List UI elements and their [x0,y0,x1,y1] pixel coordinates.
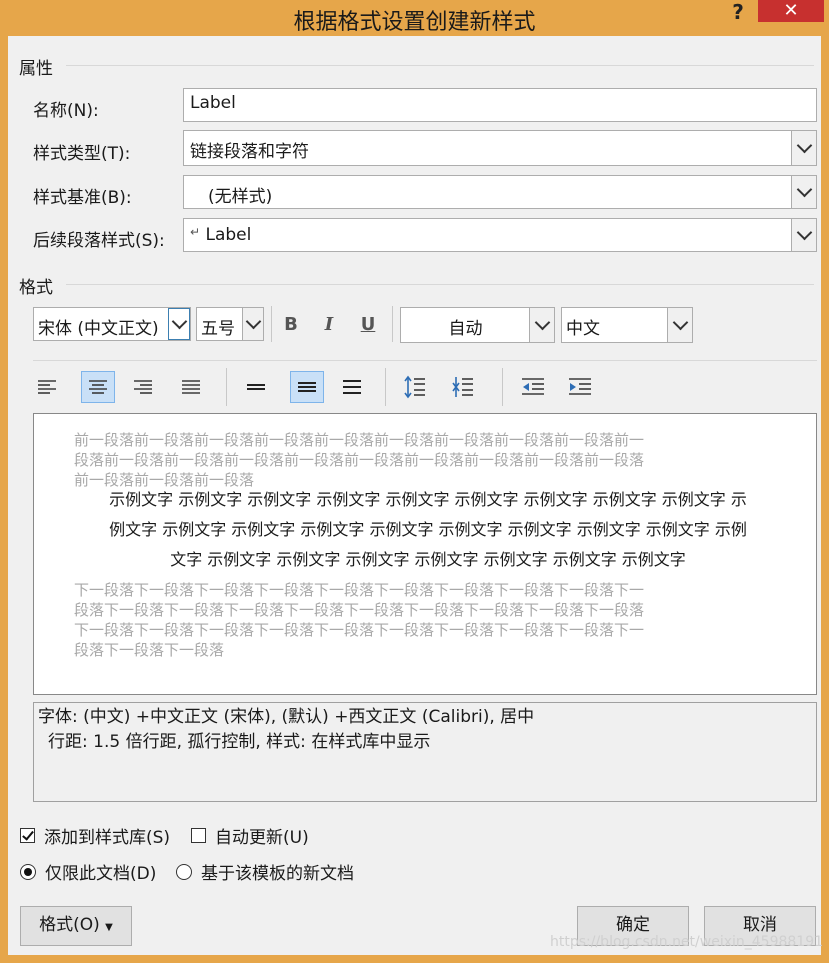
increase-paragraph-spacing-button[interactable] [398,371,432,403]
toolbar-separator [271,306,272,342]
style-description: 字体: (中文) +中文正文 (宋体), (默认) +西文正文 (Calibri… [33,702,817,802]
chevron-down-icon[interactable] [791,219,816,251]
dialog-title: 根据格式设置创建新样式 [293,10,536,35]
auto-update-checkbox[interactable] [191,828,206,843]
toolbar-separator [385,368,386,406]
decrease-paragraph-spacing-button[interactable] [446,371,480,403]
sample-paragraph: 示例文字 示例文字 示例文字 示例文字 示例文字 示例文字 示例文字 示例文字 … [72,485,784,575]
font-color-value: 自动 [448,319,483,339]
font-size-select[interactable]: 五号 [196,307,264,341]
align-right-icon [134,380,152,394]
dialog-body: 属性 名称(N): Label 样式类型(T): 链接段落和字符 样式基准(B)… [8,36,824,955]
format-menu-button[interactable]: 格式(O) ▼ [20,906,132,946]
description-line: 字体: (中文) +中文正文 (宋体), (默认) +西文正文 (Calibri… [38,707,535,727]
style-type-select[interactable]: 链接段落和字符 [183,130,817,166]
this-document-label: 仅限此文档(D) [45,864,157,884]
add-to-gallery-label: 添加到样式库(S) [44,828,171,848]
auto-update-label: 自动更新(U) [215,828,309,848]
paragraph-mark-icon: ↵ [190,225,201,239]
chevron-down-icon[interactable] [242,308,263,340]
align-right-button[interactable] [126,371,160,403]
next-paragraph-line: 段落下一段落下一段落下一段落下一段落下一段落下一段落下一段落下一段落下一段落 [74,601,645,619]
script-value: 中文 [566,319,600,339]
template-radio[interactable] [176,863,192,880]
align-center-icon [89,380,107,394]
font-select[interactable]: 宋体 (中文正文) [33,307,191,341]
sample-text-line: 文字 示例文字 示例文字 示例文字 示例文字 示例文字 示例文字 示例文字 [170,550,686,569]
properties-section-label: 属性 [19,59,53,79]
underline-button[interactable]: U [355,314,381,335]
next-paragraph-line: 下一段落下一段落下一段落下一段落下一段落下一段落下一段落下一段落下一段落下一 [74,621,645,639]
spacing-decrease-icon [452,377,473,397]
close-button[interactable]: ✕ [758,0,824,22]
bold-button[interactable]: B [278,314,304,335]
this-document-option[interactable]: 仅限此文档(D) [20,859,156,884]
next-style-value: Label [205,225,252,245]
style-preview: 前一段落前一段落前一段落前一段落前一段落前一段落前一段落前一段落前一段落前一 段… [33,413,817,695]
decrease-indent-button[interactable] [516,371,550,403]
chevron-down-icon[interactable] [667,308,692,342]
previous-paragraph-line: 段落前一段落前一段落前一段落前一段落前一段落前一段落前一段落前一段落前一段落 [74,451,645,469]
add-to-gallery-option[interactable]: 添加到样式库(S) [20,823,170,848]
next-paragraph-line: 下一段落下一段落下一段落下一段落下一段落下一段落下一段落下一段落下一段落下一 [74,581,645,599]
next-style-label: 后续段落样式(S): [33,231,165,251]
spacing-increase-icon [404,375,425,399]
this-document-radio[interactable] [20,863,36,880]
format-button-label: 格式(O) [39,915,100,935]
chevron-down-icon[interactable] [791,176,816,208]
auto-update-option[interactable]: 自动更新(U) [191,823,309,848]
chevron-down-icon[interactable] [791,131,816,165]
double-spacing-button[interactable] [335,371,369,403]
toolbar-divider [33,360,817,361]
style-type-value: 链接段落和字符 [190,142,309,162]
chevron-down-icon[interactable] [529,308,554,342]
justify-button[interactable] [174,371,208,403]
toolbar-separator [392,306,393,342]
previous-paragraph: 前一段落前一段落前一段落前一段落前一段落前一段落前一段落前一段落前一段落前一 段… [74,430,774,490]
justify-icon [182,380,200,394]
format-section-label: 格式 [19,278,53,298]
style-type-label: 样式类型(T): [33,144,131,164]
name-label: 名称(N): [33,101,99,121]
dropdown-arrow-icon: ▼ [105,922,113,933]
watermark: https://blog.csdn.net/weixin_45988191 [550,934,824,950]
next-style-select[interactable]: ↵ Label [183,218,817,252]
increase-indent-icon [569,378,591,395]
align-center-button[interactable] [81,371,115,403]
name-input[interactable]: Label [183,88,817,122]
previous-paragraph-line: 前一段落前一段落前一段落前一段落前一段落前一段落前一段落前一段落前一段落前一 [74,431,645,449]
sample-text-line: 例文字 示例文字 示例文字 示例文字 示例文字 示例文字 示例文字 示例文字 示… [109,520,747,539]
toolbar-separator [226,368,227,406]
one-half-spacing-icon [298,382,316,392]
based-on-value: (无样式) [208,187,273,207]
next-paragraph-line: 段落下一段落下一段落 [74,641,225,659]
italic-button[interactable]: I [316,314,342,335]
single-spacing-button[interactable] [239,371,273,403]
font-color-select[interactable]: 自动 [400,307,555,343]
description-line: 行距: 1.5 倍行距, 孤行控制, 样式: 在样式库中显示 [48,732,431,752]
based-on-label: 样式基准(B): [33,188,132,208]
title-bar[interactable]: 根据格式设置创建新样式 ? ✕ [0,0,829,36]
chevron-down-icon[interactable] [168,308,190,340]
single-spacing-icon [247,384,265,390]
based-on-select[interactable]: (无样式) [183,175,817,209]
increase-indent-button[interactable] [563,371,597,403]
toolbar-separator [502,368,503,406]
format-divider [66,284,814,285]
one-half-spacing-button[interactable] [290,371,324,403]
properties-divider [66,65,814,66]
font-value: 宋体 (中文正文) [38,319,159,339]
decrease-indent-icon [522,378,544,395]
align-left-button[interactable] [30,371,64,403]
help-button[interactable]: ? [725,0,751,26]
template-option[interactable]: 基于该模板的新文档 [176,859,354,884]
font-size-value: 五号 [201,319,235,339]
script-select[interactable]: 中文 [561,307,693,343]
add-to-gallery-checkbox[interactable] [20,828,35,843]
template-label: 基于该模板的新文档 [201,864,354,884]
next-paragraph: 下一段落下一段落下一段落下一段落下一段落下一段落下一段落下一段落下一段落下一 段… [74,580,774,660]
align-left-icon [38,380,56,394]
double-spacing-icon [343,380,361,394]
sample-text-line: 示例文字 示例文字 示例文字 示例文字 示例文字 示例文字 示例文字 示例文字 … [109,490,747,509]
